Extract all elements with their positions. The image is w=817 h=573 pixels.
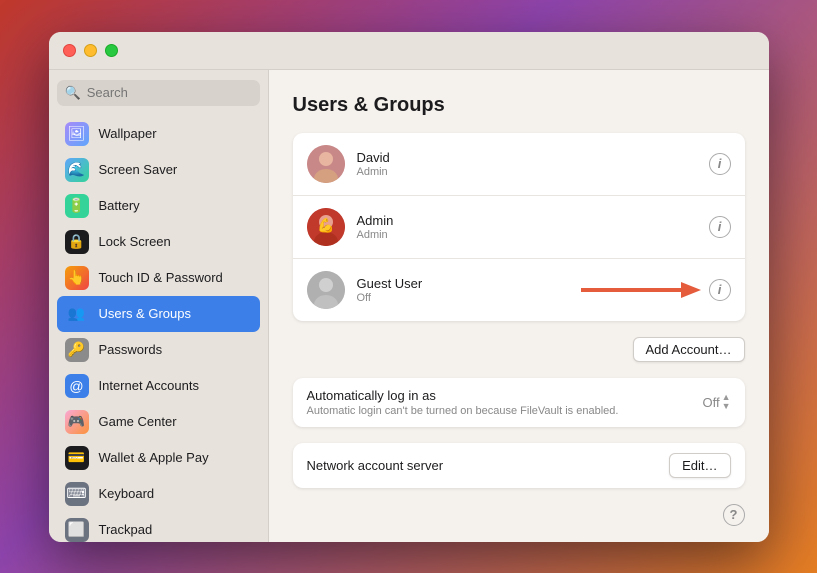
auto-login-row: Automatically log in as Automatic login … — [293, 378, 745, 427]
users-icon: 👥 — [65, 302, 89, 326]
user-role: Admin — [357, 229, 697, 241]
avatar: 💪 — [307, 208, 345, 246]
setting-title: Network account server — [307, 458, 670, 473]
screensaver-icon: 🌊 — [65, 158, 89, 182]
page-title: Users & Groups — [293, 94, 745, 117]
user-name: Admin — [357, 213, 697, 228]
add-account-button[interactable]: Add Account… — [633, 337, 745, 362]
search-icon: 🔍 — [65, 85, 81, 101]
keyboard-icon: ⌨ — [65, 482, 89, 506]
main-panel: Users & Groups David Admin — [269, 70, 769, 542]
sidebar-item-internet[interactable]: @ Internet Accounts — [57, 368, 260, 404]
user-role: Admin — [357, 166, 697, 178]
user-info: David Admin — [357, 150, 697, 178]
auto-login-card: Automatically log in as Automatic login … — [293, 378, 745, 427]
battery-icon: 🔋 — [65, 194, 89, 218]
stepper-icon: ▲▼ — [722, 393, 731, 411]
sidebar-item-users[interactable]: 👥 Users & Groups — [57, 296, 260, 332]
sidebar-item-label: Battery — [99, 198, 140, 213]
maximize-button[interactable] — [105, 44, 118, 57]
network-server-row: Network account server Edit… — [293, 443, 745, 488]
main-content: 🔍 🖼 Wallpaper 🌊 Screen Saver 🔋 Battery 🔒… — [49, 70, 769, 542]
edit-button[interactable]: Edit… — [669, 453, 730, 478]
sidebar-item-label: Touch ID & Password — [99, 270, 223, 285]
sidebar-item-label: Wallpaper — [99, 126, 157, 141]
guest-user-info-button[interactable]: i — [709, 279, 731, 301]
setting-label: Network account server — [307, 458, 670, 473]
search-box[interactable]: 🔍 — [57, 80, 260, 106]
sidebar-item-passwords[interactable]: 🔑 Passwords — [57, 332, 260, 368]
sidebar-item-label: Users & Groups — [99, 306, 191, 321]
user-name: David — [357, 150, 697, 165]
user-info-button[interactable]: i — [709, 216, 731, 238]
user-info: Admin Admin — [357, 213, 697, 241]
traffic-lights — [63, 44, 118, 57]
svg-text:💪: 💪 — [317, 217, 334, 234]
help-button[interactable]: ? — [723, 504, 745, 526]
help-row: ? — [293, 504, 745, 526]
sidebar-item-label: Wallet & Apple Pay — [99, 450, 209, 465]
sidebar-item-label: Screen Saver — [99, 162, 178, 177]
sidebar-item-trackpad[interactable]: ⬜ Trackpad — [57, 512, 260, 542]
network-card: Network account server Edit… — [293, 443, 745, 488]
setting-value: Off ▲▼ — [702, 393, 730, 411]
sidebar-item-keyboard[interactable]: ⌨ Keyboard — [57, 476, 260, 512]
lockscreen-icon: 🔒 — [65, 230, 89, 254]
users-card: David Admin i 💪 — [293, 133, 745, 321]
trackpad-icon: ⬜ — [65, 518, 89, 542]
wallet-icon: 💳 — [65, 446, 89, 470]
sidebar-item-label: Keyboard — [99, 486, 155, 501]
sidebar-item-battery[interactable]: 🔋 Battery — [57, 188, 260, 224]
sidebar-item-screensaver[interactable]: 🌊 Screen Saver — [57, 152, 260, 188]
sidebar-item-lockscreen[interactable]: 🔒 Lock Screen — [57, 224, 260, 260]
close-button[interactable] — [63, 44, 76, 57]
sidebar-item-label: Lock Screen — [99, 234, 171, 249]
gamecenter-icon: 🎮 — [65, 410, 89, 434]
table-row: David Admin i — [293, 133, 745, 195]
add-account-row: Add Account… — [293, 337, 745, 362]
sidebar-item-label: Trackpad — [99, 522, 153, 537]
arrow-indicator — [581, 276, 701, 304]
sidebar-item-touchid[interactable]: 👆 Touch ID & Password — [57, 260, 260, 296]
sidebar: 🔍 🖼 Wallpaper 🌊 Screen Saver 🔋 Battery 🔒… — [49, 70, 269, 542]
titlebar — [49, 32, 769, 70]
minimize-button[interactable] — [84, 44, 97, 57]
avatar — [307, 145, 345, 183]
search-input[interactable] — [87, 85, 252, 100]
system-preferences-window: 🔍 🖼 Wallpaper 🌊 Screen Saver 🔋 Battery 🔒… — [49, 32, 769, 542]
touchid-icon: 👆 — [65, 266, 89, 290]
sidebar-item-label: Game Center — [99, 414, 177, 429]
sidebar-item-wallet[interactable]: 💳 Wallet & Apple Pay — [57, 440, 260, 476]
sidebar-item-gamecenter[interactable]: 🎮 Game Center — [57, 404, 260, 440]
passwords-icon: 🔑 — [65, 338, 89, 362]
internet-icon: @ — [65, 374, 89, 398]
sidebar-item-wallpaper[interactable]: 🖼 Wallpaper — [57, 116, 260, 152]
setting-label: Automatically log in as Automatic login … — [307, 388, 703, 417]
sidebar-item-label: Passwords — [99, 342, 163, 357]
setting-desc: Automatic login can't be turned on becau… — [307, 405, 703, 417]
sidebar-item-label: Internet Accounts — [99, 378, 199, 393]
avatar — [307, 271, 345, 309]
wallpaper-icon: 🖼 — [65, 122, 89, 146]
table-row: Guest User Off i — [293, 258, 745, 321]
table-row: 💪 Admin Admin i — [293, 195, 745, 258]
setting-title: Automatically log in as — [307, 388, 703, 403]
user-info-button[interactable]: i — [709, 153, 731, 175]
